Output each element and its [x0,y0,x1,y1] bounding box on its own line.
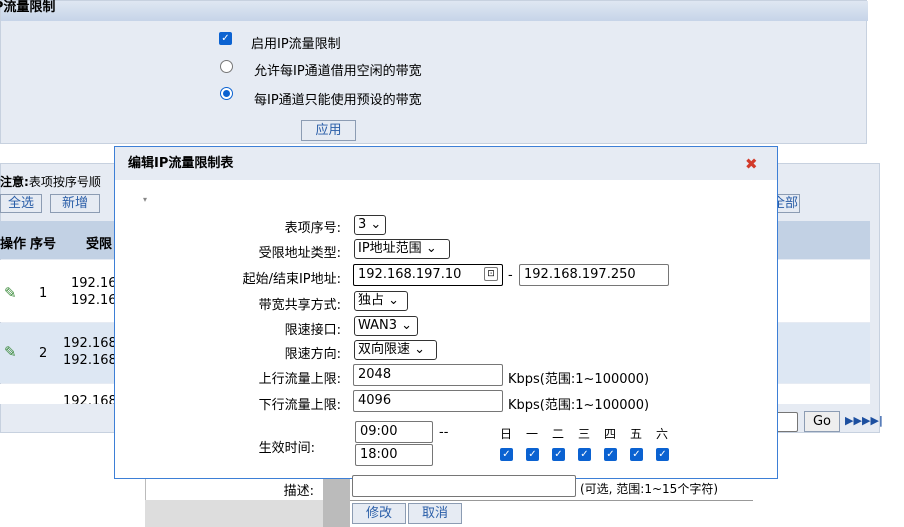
dialog-mark: ▾ [143,195,148,204]
close-icon[interactable]: ✖ [745,155,758,173]
iface-label: 限速接口: [284,323,341,338]
note-body: 表项按序号顺 [28,175,101,189]
day-checkbox-sat[interactable]: ✓ [656,448,669,461]
allow-borrow-label: 允许每IP通道借用空闲的带宽 [254,64,422,79]
addr-type-label: 受限地址类型: [258,246,341,261]
down-unit: Kbps(范围:1~100000) [508,398,650,413]
add-button[interactable]: 新增 [50,194,100,213]
day-label-wed: 三 [577,427,590,441]
last-page-icon[interactable]: ▶▶| [862,414,883,427]
down-label: 下行流量上限: [258,398,341,413]
row-no: 1 [39,286,48,301]
row-addr-start: 192.168 [63,336,117,351]
day-checkbox-fri[interactable]: ✓ [630,448,643,461]
share-label: 带宽共享方式: [258,298,341,313]
go-button[interactable]: Go [804,411,840,432]
index-label: 表项序号: [284,221,341,236]
contact-card-icon: ⊡ [484,267,498,281]
day-checkbox-sun[interactable]: ✓ [500,448,513,461]
pencil-icon[interactable]: ✎ [4,284,17,302]
select-all-button[interactable]: 全选 [0,194,42,213]
panel-header: IP流量限制 [0,0,868,21]
enable-label: 启用IP流量限制 [251,37,341,52]
note-text: 注意:表项按序号顺 [0,173,101,190]
day-label-thu: 四 [603,427,616,441]
index-select[interactable]: 3 ⌄ [354,215,386,235]
row-addr-end: 192.168 [63,353,117,368]
day-checkbox-tue[interactable]: ✓ [552,448,565,461]
only-preset-radio[interactable] [220,87,233,100]
share-select[interactable]: 独占 ⌄ [354,291,408,311]
dir-label: 限速方向: [284,347,341,362]
day-label-mon: 一 [525,427,538,441]
down-input[interactable]: 4096 [353,390,503,412]
apply-button[interactable]: 应用 [301,120,356,141]
action-row-divider [323,500,350,527]
ip-end-input[interactable]: 192.168.197.250 [519,264,669,286]
col-no: 序号 [30,237,57,252]
ip-start-input[interactable]: 192.168.197.10 ⊡ [353,264,503,286]
pencil-icon[interactable]: ✎ [4,343,17,361]
row-no: 2 [39,346,48,361]
page-number-input[interactable] [776,412,798,432]
action-row-gray [145,500,323,527]
ip-range-label: 起始/结束IP地址: [242,272,341,287]
row-addr-start: 192.168 [63,394,117,404]
only-preset-label: 每IP通道只能使用预设的带宽 [254,93,422,108]
day-label-fri: 五 [629,427,642,441]
desc-row-gray [323,478,350,500]
dir-select[interactable]: 双向限速 ⌄ [354,340,437,360]
dialog-title-bar: 编辑IP流量限制表 [115,147,777,180]
desc-input[interactable] [352,475,576,497]
time-end-input[interactable]: 18:00 [355,444,433,466]
desc-label: 描述: [283,484,314,499]
up-unit: Kbps(范围:1~100000) [508,372,650,387]
iface-select[interactable]: WAN3 ⌄ [354,316,418,336]
panel-title: IP流量限制 [0,0,56,15]
col-addr: 受限 [86,237,113,252]
up-label: 上行流量上限: [258,372,341,387]
time-start-input[interactable]: 09:00 [355,421,433,443]
time-label: 生效时间: [258,441,315,456]
col-op: 操作 [0,237,27,252]
row-addr-start: 192.16 [71,276,117,291]
day-label-sun: 日 [499,427,512,441]
day-label-tue: 二 [551,427,564,441]
allow-borrow-radio[interactable] [220,60,233,73]
time-separator: -- [439,425,449,440]
day-checkbox-wed[interactable]: ✓ [578,448,591,461]
addr-type-select[interactable]: IP地址范围 ⌄ [354,239,450,259]
cancel-button[interactable]: 取消 [408,503,462,524]
day-checkbox-thu[interactable]: ✓ [604,448,617,461]
row-addr-end: 192.16 [71,293,117,308]
up-input[interactable]: 2048 [353,364,503,386]
desc-hint: (可选, 范围:1~15个字符) [580,482,718,496]
modify-button[interactable]: 修改 [352,503,406,524]
edit-dialog: 编辑IP流量限制表 ✖ ▾ 表项序号: 3 ⌄ 受限地址类型: IP地址范围 ⌄… [114,146,778,479]
traffic-limit-panel: IP流量限制 ✓ 启用IP流量限制 允许每IP通道借用空闲的带宽 每IP通道只能… [0,0,868,144]
dialog-title: 编辑IP流量限制表 [128,156,234,171]
next-page-icon[interactable]: ▶▶ [845,414,862,427]
enable-checkbox[interactable]: ✓ [219,32,232,45]
ip-separator: - [508,268,513,283]
day-checkbox-mon[interactable]: ✓ [526,448,539,461]
note-label: 注意: [0,175,29,189]
day-label-sat: 六 [655,427,668,441]
